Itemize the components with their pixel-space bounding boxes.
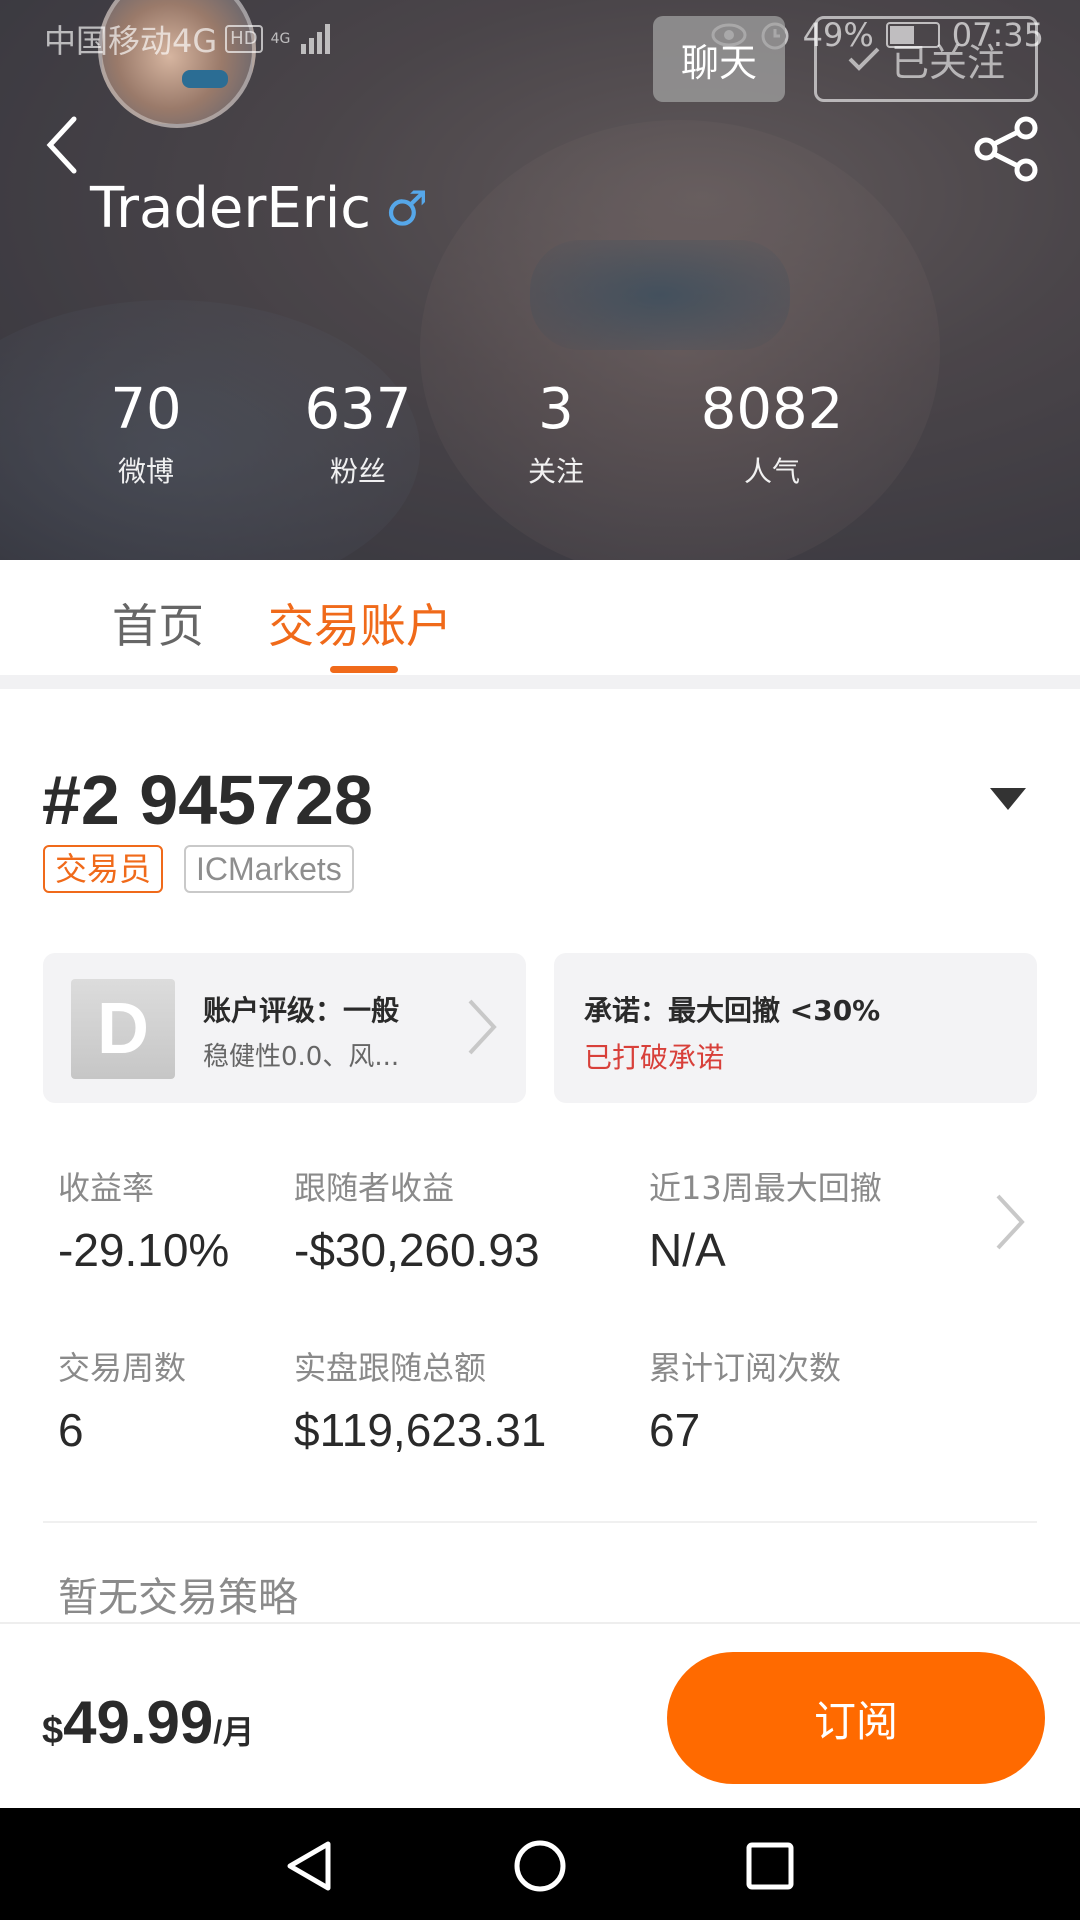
tab-trading-account[interactable]: 交易账户: [268, 590, 452, 656]
stat-fans[interactable]: 637 粉丝: [258, 370, 458, 494]
stat-value: 70: [110, 377, 182, 442]
tag-trader: 交易员: [43, 845, 164, 893]
username: TraderEric ♂: [90, 176, 428, 241]
promise-status: 已打破承诺: [584, 1041, 725, 1074]
tab-home[interactable]: 首页: [112, 590, 204, 656]
metric-label: 近13周最大回撤: [649, 1169, 882, 1207]
divider: [43, 1521, 1037, 1523]
stat-popularity: 8082 人气: [672, 370, 872, 494]
price-currency: $: [42, 1710, 64, 1752]
subscription-price: $49.99/月: [42, 1688, 254, 1757]
stat-value: 3: [538, 377, 574, 442]
profile-stats: 70 微博 637 粉丝 3 关注 8082 人气: [0, 370, 1080, 510]
subscribe-button[interactable]: 订阅: [667, 1652, 1045, 1784]
metric-value: $119,623.31: [294, 1404, 547, 1456]
metric-label: 实盘跟随总额: [294, 1349, 487, 1387]
stat-label: 微博: [117, 455, 174, 488]
metric-label: 收益率: [58, 1169, 155, 1207]
chevron-right-icon[interactable]: [990, 1190, 1030, 1254]
signal-icon: [300, 24, 330, 54]
rating-title: 账户评级：一般: [203, 994, 400, 1027]
divider: [0, 675, 1080, 689]
price-amount: 49.99: [63, 1689, 214, 1756]
check-icon: [848, 47, 880, 71]
share-button[interactable]: [972, 116, 1042, 182]
stat-value: 8082: [700, 377, 844, 442]
metric-label: 跟随者收益: [294, 1169, 455, 1207]
stat-weibo[interactable]: 70 微博: [46, 370, 246, 494]
grade-badge: D: [71, 979, 175, 1079]
metric-value: 67: [649, 1404, 701, 1456]
caret-down-icon[interactable]: [990, 788, 1026, 810]
metric-label: 累计订阅次数: [649, 1349, 842, 1387]
rating-subtitle: 稳健性0.0、风...: [203, 1042, 400, 1072]
back-button[interactable]: [36, 110, 86, 180]
metric-follower-profit: 跟随者收益 -$30,260.93: [294, 1166, 540, 1290]
hd-icon: HD: [225, 25, 263, 53]
username-text: TraderEric: [90, 176, 372, 241]
tab-active-indicator: [330, 666, 398, 673]
tab-bar: 首页 交易账户: [0, 560, 1080, 675]
network-type: 4G: [270, 31, 291, 47]
nav-home-icon[interactable]: [510, 1836, 570, 1896]
chevron-right-icon: [468, 999, 497, 1055]
stat-label: 关注: [527, 455, 584, 488]
account-rating-card[interactable]: D 账户评级：一般 稳健性0.0、风...: [43, 953, 526, 1103]
metric-return-rate: 收益率 -29.10%: [58, 1166, 229, 1290]
metric-value: -29.10%: [58, 1224, 230, 1276]
promise-title: 承诺：最大回撤 <30%: [584, 994, 881, 1027]
promise-card: 承诺：最大回撤 <30% 已打破承诺: [554, 953, 1037, 1103]
tag-broker: ICMarkets: [184, 845, 354, 893]
chevron-left-icon: [46, 116, 77, 174]
stat-label: 人气: [743, 455, 800, 488]
metric-trading-weeks: 交易周数 6: [58, 1346, 186, 1470]
metric-value: -$30,260.93: [294, 1224, 540, 1276]
male-icon: ♂: [385, 180, 429, 237]
price-period: /月: [213, 1714, 255, 1750]
chat-button[interactable]: 聊天: [653, 16, 785, 102]
strategy-empty-text: 暂无交易策略: [58, 1575, 298, 1621]
stat-following[interactable]: 3 关注: [456, 370, 656, 494]
metric-follow-total: 实盘跟随总额 $119,623.31: [294, 1346, 546, 1470]
metric-label: 交易周数: [58, 1349, 187, 1387]
metric-value: 6: [58, 1404, 84, 1456]
account-number: #2 945728: [42, 761, 373, 839]
metric-subscription-count: 累计订阅次数 67: [649, 1346, 841, 1470]
follow-label: 已关注: [890, 40, 1005, 85]
stat-value: 637: [304, 377, 412, 442]
metric-value: N/A: [649, 1224, 726, 1276]
nav-back-icon[interactable]: [280, 1836, 340, 1896]
nav-recents-icon[interactable]: [740, 1836, 800, 1896]
stat-label: 粉丝: [329, 455, 386, 488]
share-icon: [974, 116, 1038, 182]
metric-max-drawdown[interactable]: 近13周最大回撤 N/A: [649, 1166, 882, 1290]
follow-button[interactable]: 已关注: [814, 16, 1038, 102]
subscribe-bar: $49.99/月 订阅: [0, 1622, 1080, 1808]
system-nav-bar: [0, 1808, 1080, 1920]
carrier-text: 中国移动4G: [44, 22, 218, 60]
